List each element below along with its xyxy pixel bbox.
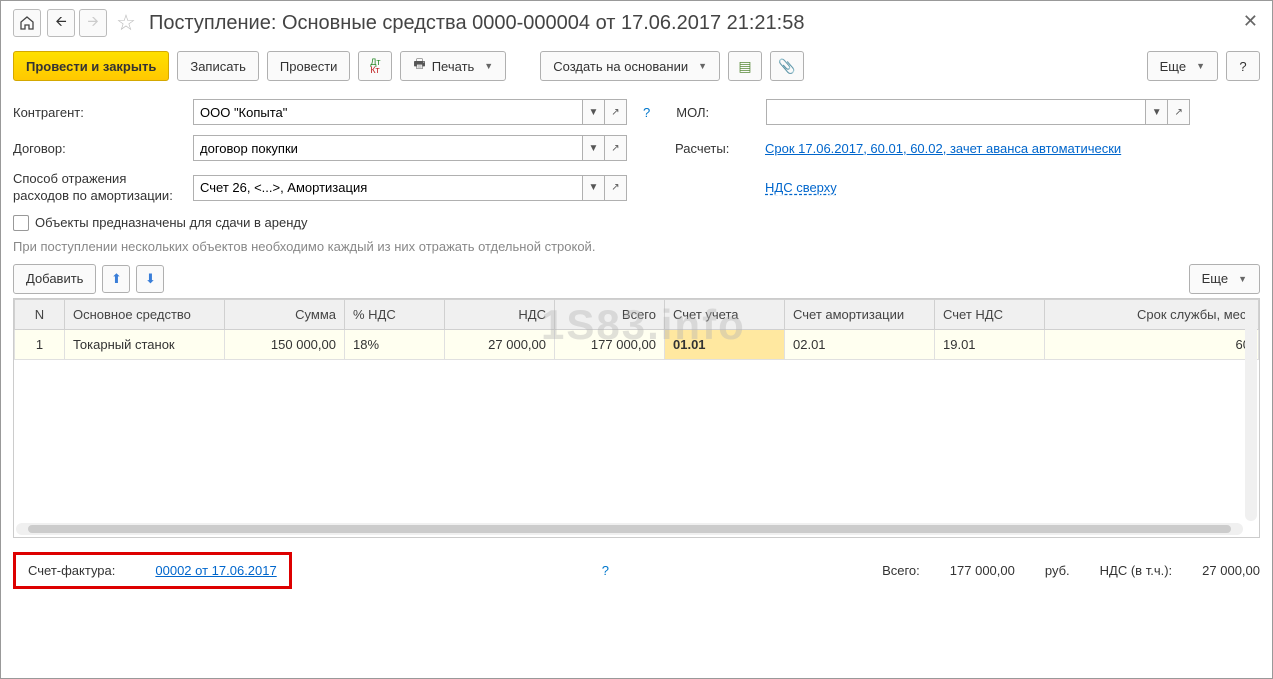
total-value: 177 000,00 bbox=[950, 563, 1015, 578]
counterparty-input[interactable] bbox=[193, 99, 583, 125]
mol-label: МОЛ: bbox=[676, 105, 756, 120]
totals: Всего: 177 000,00 руб. НДС (в т.ч.): 27 … bbox=[882, 563, 1260, 578]
favorite-star-icon[interactable]: ☆ bbox=[113, 10, 139, 36]
lease-checkbox-row: Объекты предназначены для сдачи в аренду bbox=[13, 215, 1260, 231]
contract-label: Договор: bbox=[13, 141, 183, 156]
move-down-button[interactable]: ⬇ bbox=[136, 265, 164, 293]
contract-input[interactable] bbox=[193, 135, 583, 161]
cell-total[interactable]: 177 000,00 bbox=[555, 329, 665, 359]
lease-checkbox[interactable] bbox=[13, 215, 29, 231]
post-button[interactable]: Провести bbox=[267, 51, 351, 81]
dropdown-button[interactable]: ▼ bbox=[583, 135, 605, 161]
dropdown-button[interactable]: ▼ bbox=[1146, 99, 1168, 125]
col-asset[interactable]: Основное средство bbox=[65, 299, 225, 329]
hint-text: При поступлении нескольких объектов необ… bbox=[13, 239, 1260, 254]
open-button[interactable]: ↗ bbox=[1168, 99, 1190, 125]
col-total[interactable]: Всего bbox=[555, 299, 665, 329]
dropdown-button[interactable]: ▼ bbox=[583, 175, 605, 201]
table-more-button[interactable]: Еще ▼ bbox=[1189, 264, 1260, 294]
scroll-thumb[interactable] bbox=[28, 525, 1230, 533]
cell-vat[interactable]: 27 000,00 bbox=[445, 329, 555, 359]
dt-kt-button[interactable]: ДтКт bbox=[358, 51, 392, 81]
post-and-close-button[interactable]: Провести и закрыть bbox=[13, 51, 169, 81]
footer: Счет-фактура: 00002 от 17.06.2017 ? Всег… bbox=[13, 552, 1260, 589]
more-button[interactable]: Еще ▼ bbox=[1147, 51, 1218, 81]
vertical-scrollbar[interactable] bbox=[1245, 301, 1257, 521]
cell-asset[interactable]: Токарный станок bbox=[65, 329, 225, 359]
counterparty-row: Контрагент: ▼ ↗ ? МОЛ: ▼ ↗ bbox=[13, 99, 1260, 125]
footer-help[interactable]: ? bbox=[602, 563, 609, 578]
total-label: Всего: bbox=[882, 563, 920, 578]
invoice-label: Счет-фактура: bbox=[28, 563, 115, 578]
col-sum[interactable]: Сумма bbox=[225, 299, 345, 329]
report-button[interactable]: ▤ bbox=[728, 51, 762, 81]
add-row-button[interactable]: Добавить bbox=[13, 264, 96, 294]
chevron-down-icon: ▼ bbox=[1238, 274, 1247, 284]
printer-icon: 🖶 bbox=[413, 55, 425, 77]
cell-life[interactable]: 60 bbox=[1045, 329, 1259, 359]
dropdown-button[interactable]: ▼ bbox=[583, 99, 605, 125]
col-account[interactable]: Счет учета bbox=[665, 299, 785, 329]
titlebar: 🡨 🡪 ☆ Поступление: Основные средства 000… bbox=[13, 9, 1260, 37]
col-life[interactable]: Срок службы, мес. bbox=[1045, 299, 1259, 329]
chevron-down-icon: ▼ bbox=[1196, 61, 1205, 71]
vat-mode-link[interactable]: НДС сверху bbox=[765, 180, 837, 195]
vat-value: 27 000,00 bbox=[1202, 563, 1260, 578]
chevron-down-icon: ▼ bbox=[484, 61, 493, 71]
currency: руб. bbox=[1045, 563, 1070, 578]
open-button[interactable]: ↗ bbox=[605, 175, 627, 201]
help-link[interactable]: ? bbox=[643, 105, 650, 120]
col-vat[interactable]: НДС bbox=[445, 299, 555, 329]
settlements-label: Расчеты: bbox=[675, 141, 755, 156]
forward-button[interactable]: 🡪 bbox=[79, 9, 107, 37]
cell-account[interactable]: 01.01 bbox=[665, 329, 785, 359]
chevron-down-icon: ▼ bbox=[698, 61, 707, 71]
help-button[interactable]: ? bbox=[1226, 51, 1260, 81]
col-vat-pct[interactable]: % НДС bbox=[345, 299, 445, 329]
document-title: Поступление: Основные средства 0000-0000… bbox=[149, 12, 804, 35]
create-based-button[interactable]: Создать на основании ▼ bbox=[540, 51, 720, 81]
table-toolbar: Добавить ⬆ ⬇ Еще ▼ bbox=[13, 264, 1260, 294]
settlements-link[interactable]: Срок 17.06.2017, 60.01, 60.02, зачет ава… bbox=[765, 141, 1121, 156]
toolbar: Провести и закрыть Записать Провести ДтК… bbox=[13, 51, 1260, 81]
save-button[interactable]: Записать bbox=[177, 51, 259, 81]
contract-row: Договор: ▼ ↗ Расчеты: Срок 17.06.2017, 6… bbox=[13, 135, 1260, 161]
move-up-button[interactable]: ⬆ bbox=[102, 265, 130, 293]
document-window: 🡨 🡪 ☆ Поступление: Основные средства 000… bbox=[0, 0, 1273, 679]
close-button[interactable]: ✕ bbox=[1243, 11, 1258, 32]
paperclip-icon: 📎 bbox=[778, 58, 795, 75]
print-button[interactable]: 🖶 Печать ▼ bbox=[400, 51, 506, 81]
cell-sum[interactable]: 150 000,00 bbox=[225, 329, 345, 359]
counterparty-label: Контрагент: bbox=[13, 105, 183, 120]
col-n[interactable]: N bbox=[15, 299, 65, 329]
expense-input[interactable] bbox=[193, 175, 583, 201]
table-row[interactable]: 1 Токарный станок 150 000,00 18% 27 000,… bbox=[15, 329, 1259, 359]
attachment-button[interactable]: 📎 bbox=[770, 51, 804, 81]
back-button[interactable]: 🡨 bbox=[47, 9, 75, 37]
cell-n[interactable]: 1 bbox=[15, 329, 65, 359]
open-button[interactable]: ↗ bbox=[605, 99, 627, 125]
expense-row: Способ отражениярасходов по амортизации:… bbox=[13, 171, 1260, 205]
invoice-highlight-box: Счет-фактура: 00002 от 17.06.2017 bbox=[13, 552, 292, 589]
cell-vat-pct[interactable]: 18% bbox=[345, 329, 445, 359]
cell-amort[interactable]: 02.01 bbox=[785, 329, 935, 359]
horizontal-scrollbar[interactable] bbox=[16, 523, 1243, 535]
invoice-link[interactable]: 00002 от 17.06.2017 bbox=[155, 563, 276, 578]
home-button[interactable] bbox=[13, 9, 41, 37]
vat-label: НДС (в т.ч.): bbox=[1100, 563, 1173, 578]
expense-label: Способ отражениярасходов по амортизации: bbox=[13, 171, 183, 205]
dtkt-icon: ДтКт bbox=[370, 58, 380, 74]
col-amort[interactable]: Счет амортизации bbox=[785, 299, 935, 329]
mol-input[interactable] bbox=[766, 99, 1146, 125]
table-header-row: N Основное средство Сумма % НДС НДС Всег… bbox=[15, 299, 1259, 329]
lease-checkbox-label: Объекты предназначены для сдачи в аренду bbox=[35, 215, 307, 230]
assets-table: N Основное средство Сумма % НДС НДС Всег… bbox=[13, 298, 1260, 538]
open-button[interactable]: ↗ bbox=[605, 135, 627, 161]
col-vat-acc[interactable]: Счет НДС bbox=[935, 299, 1045, 329]
document-icon: ▤ bbox=[738, 58, 751, 75]
cell-vat-acc[interactable]: 19.01 bbox=[935, 329, 1045, 359]
